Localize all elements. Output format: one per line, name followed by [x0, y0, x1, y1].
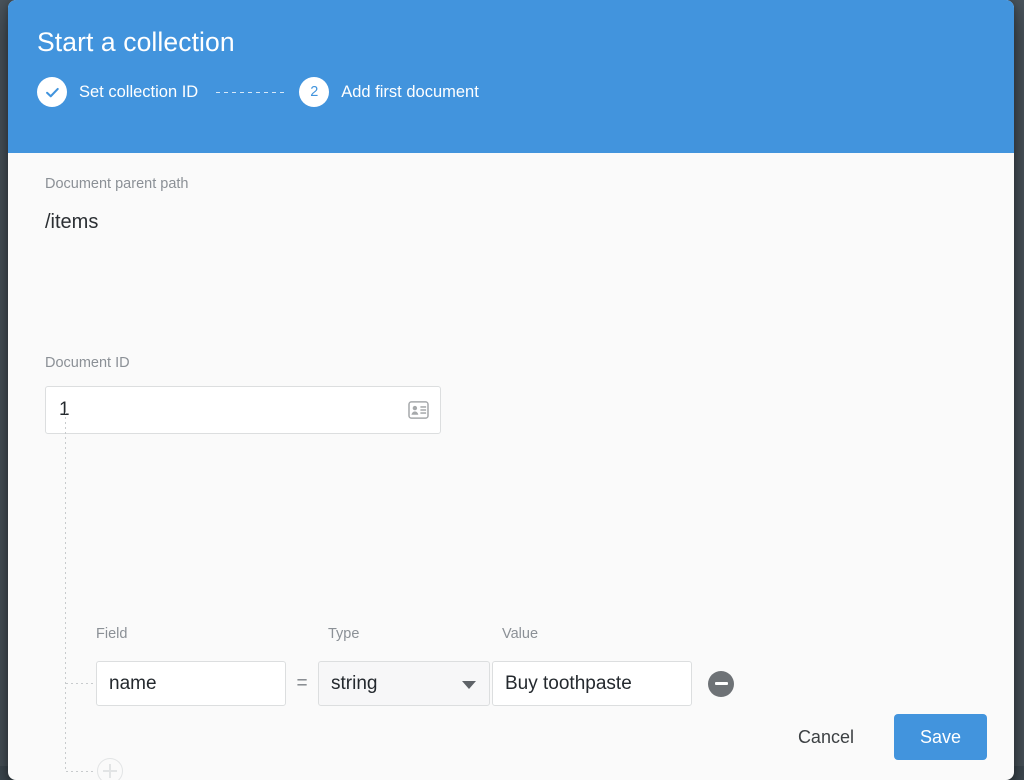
step-2-marker: 2 — [299, 77, 329, 107]
check-icon — [45, 85, 60, 100]
save-button[interactable]: Save — [894, 714, 987, 760]
remove-field-button[interactable] — [708, 671, 734, 697]
document-parent-path-label: Document parent path — [45, 176, 188, 192]
column-header-value: Value — [502, 626, 538, 642]
step-add-first-document[interactable]: 2 Add first document — [299, 77, 479, 107]
step-2-number: 2 — [310, 85, 318, 100]
column-header-type: Type — [328, 626, 502, 642]
step-1-label: Set collection ID — [79, 83, 198, 102]
step-1-marker — [37, 77, 67, 107]
stepper-connector — [216, 92, 286, 93]
page-title: Start a collection — [37, 28, 1014, 57]
start-collection-dialog: Start a collection Set collection ID 2 A… — [8, 0, 1014, 780]
document-id-block: Document ID — [45, 355, 441, 434]
tree-branch-add — [66, 771, 94, 772]
document-id-input[interactable] — [45, 386, 441, 434]
step-2-label: Add first document — [341, 83, 479, 102]
document-parent-path-block: Document parent path /items — [45, 176, 188, 234]
step-set-collection-id[interactable]: Set collection ID — [37, 77, 198, 107]
add-field-button[interactable] — [97, 758, 123, 780]
field-name-input[interactable] — [96, 661, 286, 706]
tree-branch-row — [66, 683, 94, 684]
dialog-body: Document parent path /items Document ID — [8, 153, 1014, 780]
document-id-input-wrap — [45, 386, 441, 434]
document-parent-path-value: /items — [45, 211, 188, 234]
auto-id-icon[interactable] — [408, 401, 429, 420]
tree-trunk-line — [65, 412, 66, 772]
field-value-input[interactable] — [492, 661, 692, 706]
dialog-header: Start a collection Set collection ID 2 A… — [8, 0, 1014, 153]
dialog-footer: Cancel Save — [782, 714, 987, 760]
cancel-button[interactable]: Cancel — [782, 717, 870, 758]
stepper: Set collection ID 2 Add first document — [37, 77, 1014, 107]
field-column-headers: Field Type Value — [96, 626, 538, 642]
field-type-select-wrap: stringnumberbooleanmaparraynulltimestamp… — [318, 661, 490, 706]
column-header-field: Field — [96, 626, 328, 642]
document-id-label: Document ID — [45, 355, 441, 371]
minus-circle-icon — [715, 682, 728, 685]
field-type-select[interactable]: stringnumberbooleanmaparraynulltimestamp… — [318, 661, 490, 706]
equals-sign: = — [286, 673, 318, 695]
plus-circle-icon-horizontal — [103, 770, 117, 772]
table-row: = stringnumberbooleanmaparraynulltimesta… — [96, 661, 734, 706]
